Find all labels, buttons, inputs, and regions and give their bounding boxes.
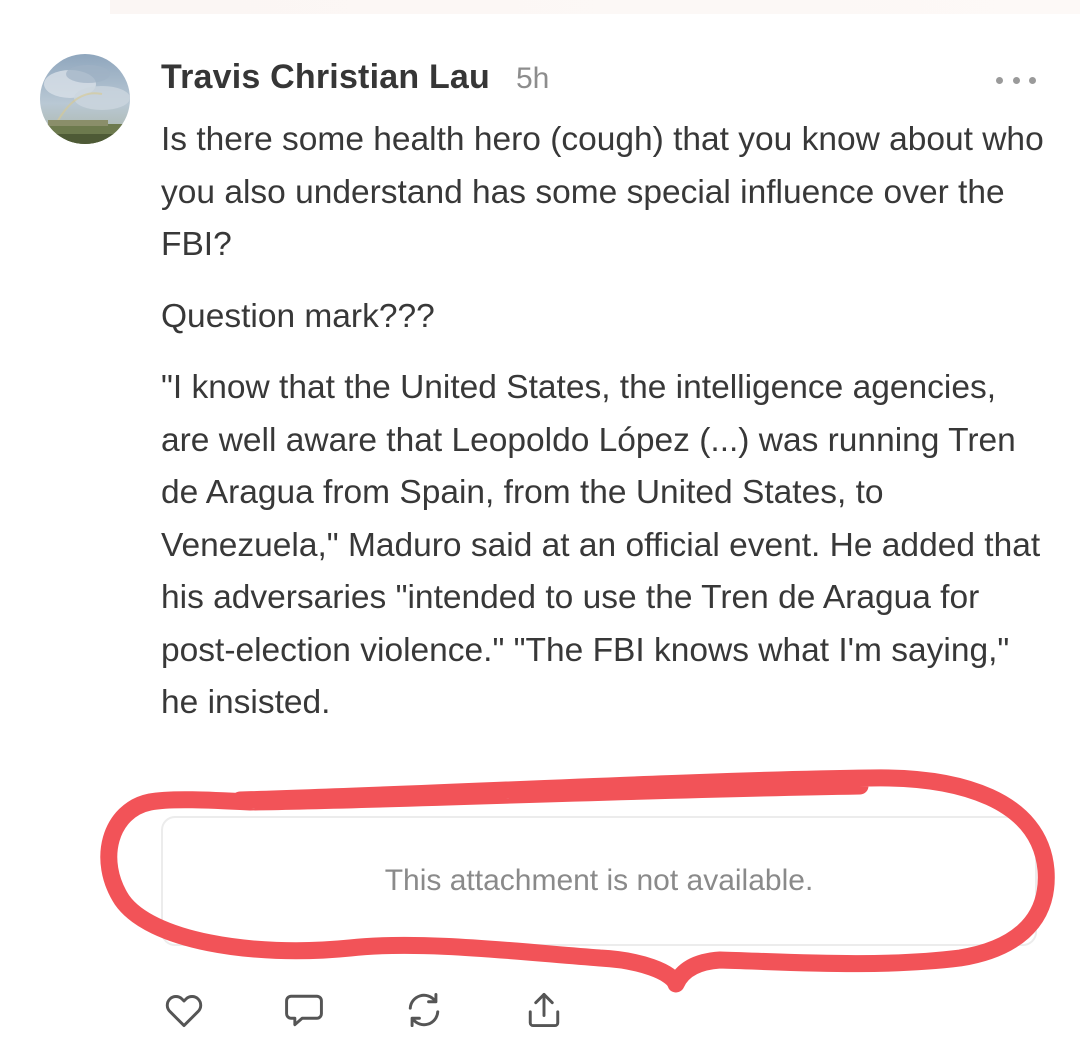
avatar[interactable] [40, 54, 130, 144]
restack-icon [408, 992, 440, 1028]
author-name[interactable]: Travis Christian Lau [161, 58, 490, 97]
comment-icon [285, 994, 323, 1027]
restack-button[interactable] [400, 986, 448, 1034]
comment-button[interactable] [280, 986, 328, 1034]
post-body: Is there some health hero (cough) that y… [161, 114, 1051, 730]
post-paragraph: Is there some health hero (cough) that y… [161, 121, 1044, 263]
post-timestamp[interactable]: 5h [516, 62, 549, 96]
top-strip [110, 0, 1080, 14]
attachment-placeholder: This attachment is not available. [161, 816, 1037, 946]
dot [1012, 76, 1020, 84]
attachment-unavailable-message: This attachment is not available. [384, 864, 814, 897]
share-icon [528, 992, 560, 1028]
heart-icon [165, 995, 203, 1028]
post-actions [160, 986, 580, 1036]
dot [1029, 76, 1036, 84]
post-paragraph: "I know that the United States, the inte… [161, 369, 1041, 721]
share-button[interactable] [520, 986, 568, 1034]
dot [996, 76, 1003, 84]
more-options-icon[interactable] [996, 70, 1036, 90]
post-paragraph: Question mark??? [161, 297, 435, 335]
like-button[interactable] [160, 986, 208, 1034]
post-header: Travis Christian Lau 5h [161, 58, 549, 98]
